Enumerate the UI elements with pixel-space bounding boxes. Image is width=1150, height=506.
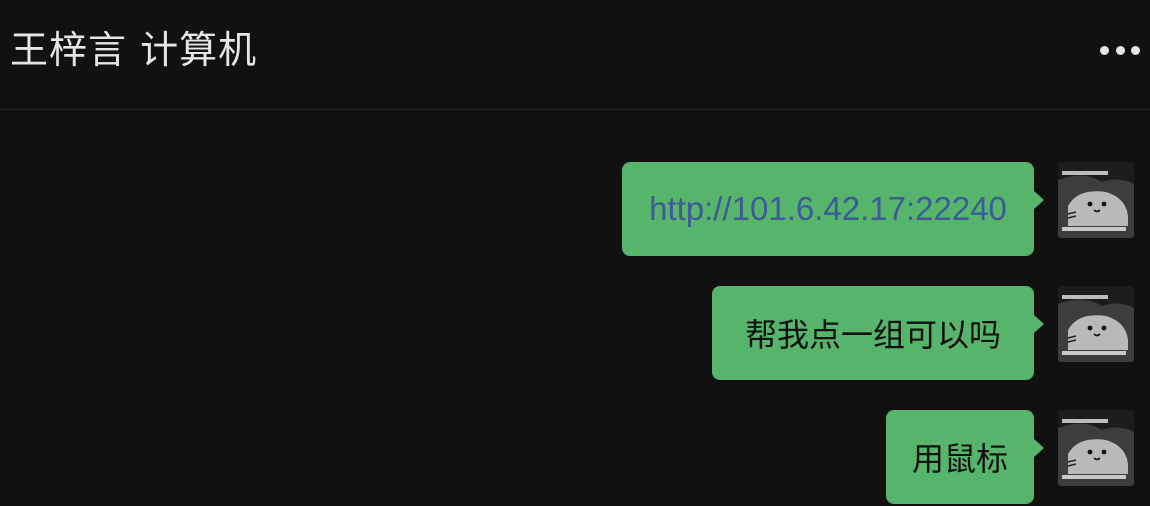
message-row: 帮我点一组可以吗 bbox=[712, 286, 1134, 380]
avatar[interactable] bbox=[1058, 286, 1134, 362]
message-row: http://101.6.42.17:22240 bbox=[622, 162, 1134, 256]
message-list[interactable]: http://101.6.42.17:22240 帮我点一组可以吗 用鼠标 bbox=[0, 111, 1150, 506]
more-dot-icon bbox=[1131, 45, 1140, 55]
avatar-image bbox=[1058, 286, 1134, 362]
chat-title[interactable]: 王梓言 计算机 bbox=[10, 24, 257, 76]
message-bubble[interactable]: http://101.6.42.17:22240 bbox=[622, 162, 1044, 256]
message-text: 用鼠标 bbox=[911, 440, 1008, 478]
avatar-image bbox=[1058, 162, 1134, 238]
message-link[interactable]: http://101.6.42.17:22240 bbox=[649, 190, 1007, 228]
message-bubble[interactable]: 用鼠标 bbox=[886, 410, 1044, 504]
avatar[interactable] bbox=[1058, 410, 1134, 486]
chat-header: 王梓言 计算机 bbox=[0, 0, 1150, 110]
chat-window: 王梓言 计算机 http://101.6.42.17:22240 帮我点一组可以… bbox=[0, 0, 1150, 506]
more-dot-icon bbox=[1115, 45, 1125, 55]
more-options-button[interactable] bbox=[1100, 34, 1140, 66]
avatar[interactable] bbox=[1058, 162, 1134, 238]
message-bubble[interactable]: 帮我点一组可以吗 bbox=[712, 286, 1044, 380]
message-text: 帮我点一组可以吗 bbox=[744, 316, 1001, 354]
more-dot-icon bbox=[1100, 45, 1109, 55]
avatar-image bbox=[1058, 410, 1134, 486]
message-row: 用鼠标 bbox=[886, 410, 1134, 504]
